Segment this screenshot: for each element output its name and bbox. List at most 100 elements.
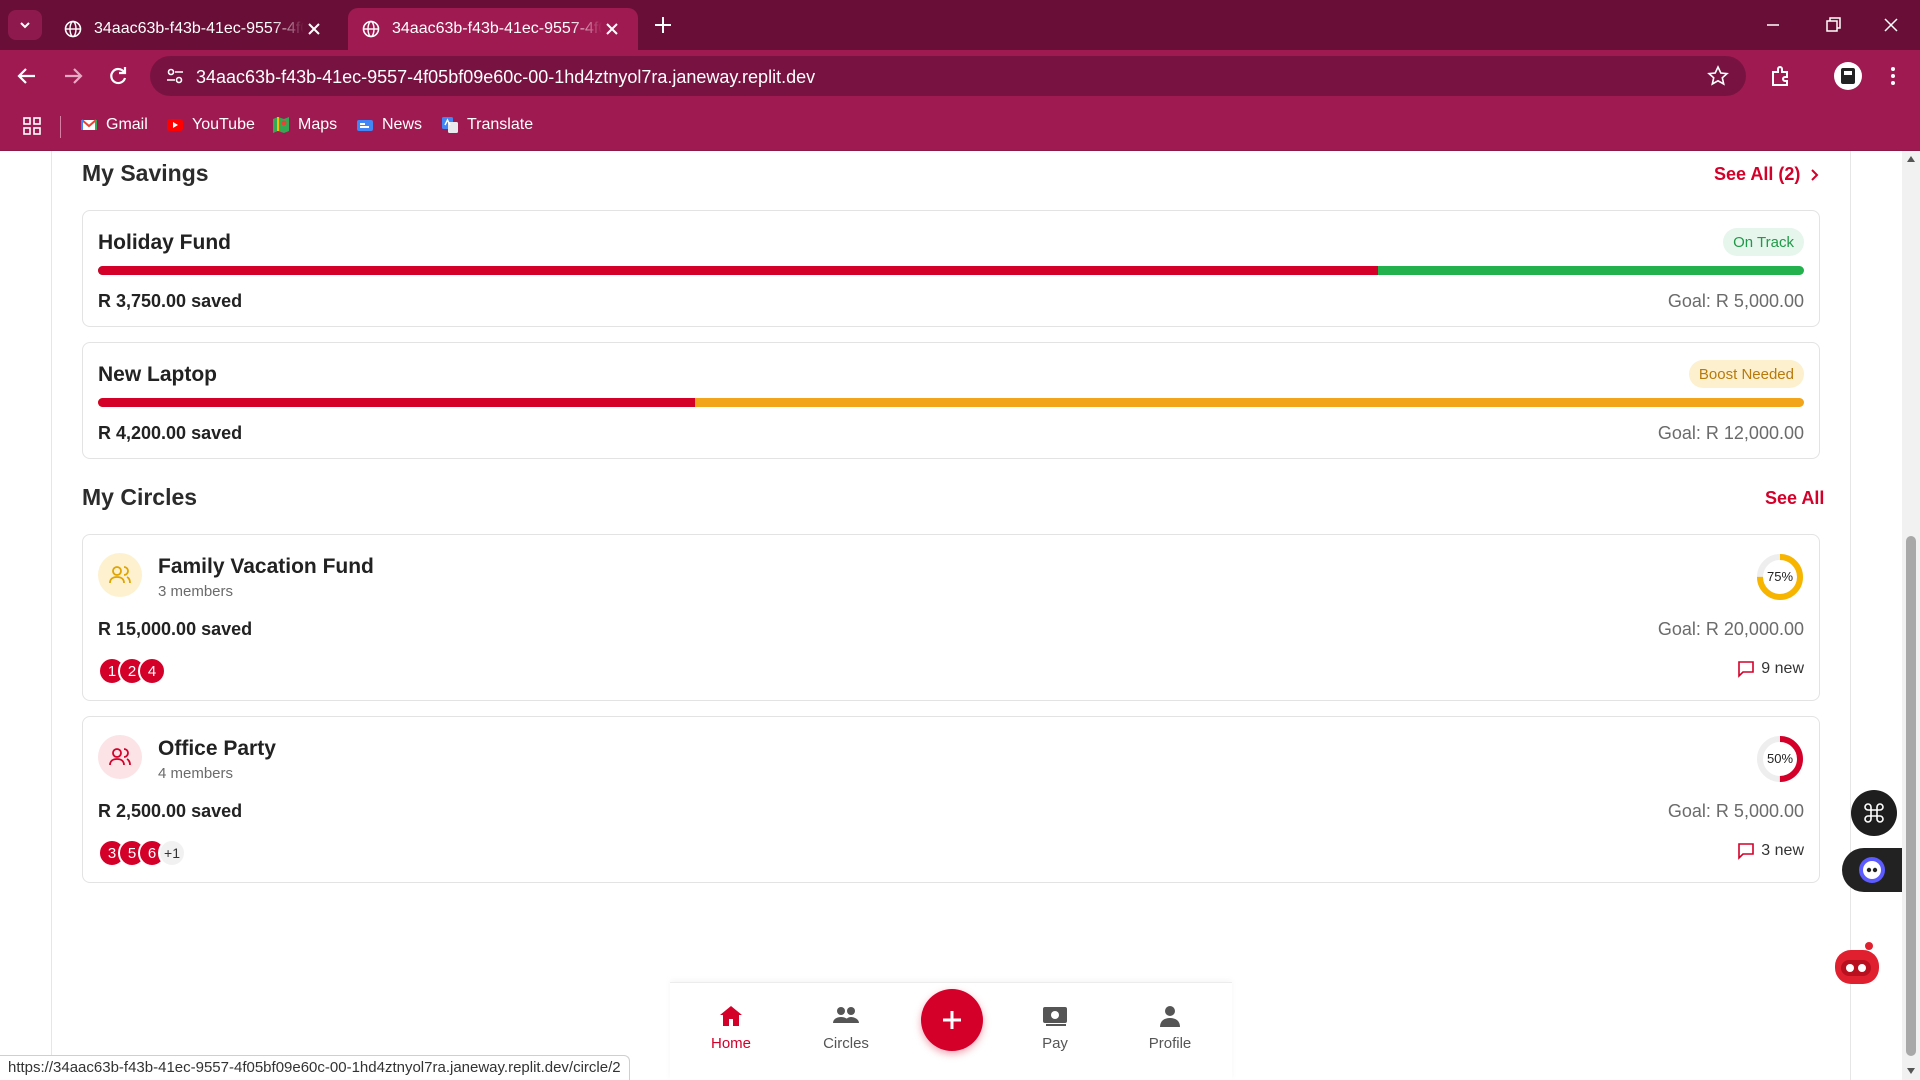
globe-icon	[64, 20, 82, 38]
close-tab-icon[interactable]	[602, 19, 622, 39]
apps-grid-icon[interactable]	[22, 116, 42, 136]
floating-command-button[interactable]	[1851, 790, 1897, 836]
circles-see-all-link[interactable]: See All	[1765, 488, 1824, 509]
status-badge: Boost Needed	[1688, 360, 1804, 388]
savings-see-all-link[interactable]: See All (2)	[1714, 164, 1820, 185]
add-button[interactable]	[921, 989, 983, 1051]
reload-icon[interactable]	[105, 63, 131, 89]
saved-amount: R 2,500.00 saved	[98, 801, 243, 821]
close-window-icon[interactable]	[1880, 14, 1902, 36]
nav-label: Circles	[823, 1035, 869, 1052]
people-icon	[833, 1007, 859, 1023]
browser-toolbar: 34aac63b-f43b-41ec-9557-4f05bf09e60c-00-…	[0, 50, 1920, 102]
circle-card-family-vacation-fund[interactable]: Family Vacation Fund 3 members 75% R 15,…	[82, 534, 1820, 701]
people-icon	[109, 566, 131, 584]
globe-icon	[362, 20, 380, 38]
bookmark-star-icon[interactable]	[1707, 65, 1729, 87]
youtube-icon	[167, 119, 183, 131]
nav-home[interactable]: Home	[691, 1003, 771, 1052]
savings-card-new-laptop[interactable]: New Laptop Boost Needed R 4,200.00 saved…	[82, 342, 1820, 459]
minimize-window-icon[interactable]	[1762, 14, 1784, 36]
bookmark-news[interactable]: News	[356, 116, 422, 134]
translate-icon	[442, 117, 458, 133]
nav-pay[interactable]: Pay	[1015, 1003, 1095, 1052]
scrollbar-thumb[interactable]	[1906, 536, 1916, 1056]
extensions-puzzle-icon[interactable]	[1768, 63, 1794, 89]
floating-assistant-button[interactable]	[1842, 848, 1902, 892]
circle-avatar	[98, 735, 142, 779]
bookmark-label: YouTube	[192, 116, 255, 133]
goal-amount: Goal: R 12,000.00	[1657, 423, 1804, 443]
circles-heading: My Circles	[82, 484, 198, 510]
nav-label: Home	[710, 1035, 751, 1052]
member-avatars: 3 5 6 +1	[98, 839, 186, 867]
assistant-face-icon	[1859, 857, 1885, 883]
bookmark-label: Gmail	[106, 116, 148, 133]
saved-amount: R 4,200.00 saved	[98, 423, 243, 443]
bookmark-gmail[interactable]: Gmail	[80, 116, 148, 134]
gmail-icon	[81, 119, 97, 130]
savings-heading: My Savings	[82, 160, 209, 186]
circle-card-office-party[interactable]: Office Party 4 members 50% R 2,500.00 sa…	[82, 716, 1820, 883]
page-scrollbar[interactable]	[1902, 151, 1920, 1080]
progress-fill	[98, 398, 696, 407]
robot-mascot-icon	[1835, 942, 1879, 984]
circle-name: Office Party	[158, 737, 276, 760]
tab-title: 34aac63b-f43b-41ec-9557-4f05bf09e60c-00-…	[392, 20, 602, 37]
profile-avatar[interactable]	[1834, 62, 1862, 90]
bookmark-youtube[interactable]: YouTube	[166, 116, 255, 134]
member-avatars: 1 2 4	[98, 657, 166, 685]
browser-tab-1[interactable]: 34aac63b-f43b-41ec-9557-4f05bf09e60c-00-…	[50, 8, 340, 50]
nav-circles[interactable]: Circles	[806, 1003, 886, 1052]
address-bar[interactable]: 34aac63b-f43b-41ec-9557-4f05bf09e60c-00-…	[150, 56, 1746, 96]
people-icon	[109, 748, 131, 766]
scroll-down-arrow-icon[interactable]	[1906, 1067, 1916, 1075]
command-key-icon	[1864, 803, 1884, 823]
close-tab-icon[interactable]	[304, 19, 324, 39]
floating-bot-mascot[interactable]	[1831, 940, 1883, 988]
forward-arrow-icon[interactable]	[60, 63, 86, 89]
plus-icon	[943, 1011, 961, 1029]
browser-tab-2-active[interactable]: 34aac63b-f43b-41ec-9557-4f05bf09e60c-00-…	[348, 8, 638, 50]
nav-profile[interactable]: Profile	[1130, 1003, 1210, 1052]
tab-search-button[interactable]	[8, 10, 42, 40]
progress-percent: 50%	[1766, 751, 1794, 766]
url-text[interactable]: 34aac63b-f43b-41ec-9557-4f05bf09e60c-00-…	[196, 67, 815, 88]
bookmark-label: Translate	[467, 116, 534, 133]
browser-tab-strip: 34aac63b-f43b-41ec-9557-4f05bf09e60c-00-…	[0, 0, 1920, 50]
bookmark-translate[interactable]: Translate	[441, 116, 533, 134]
profile-icon	[1841, 68, 1855, 84]
saved-amount: R 15,000.00 saved	[98, 619, 253, 639]
tab-title: 34aac63b-f43b-41ec-9557-4f05bf09e60c-00-…	[94, 20, 304, 37]
bookmark-label: Maps	[298, 116, 338, 133]
person-icon	[1160, 1006, 1180, 1027]
site-info-icon[interactable]	[166, 67, 184, 85]
new-messages-indicator[interactable]: 3 new	[1737, 842, 1804, 860]
back-arrow-icon[interactable]	[14, 63, 40, 89]
progress-fill	[98, 266, 1378, 275]
member-avatar: 4	[138, 657, 166, 685]
kebab-menu-icon[interactable]	[1880, 63, 1906, 89]
circle-name: Family Vacation Fund	[158, 555, 374, 578]
circle-avatar	[98, 553, 142, 597]
savings-card-holiday-fund[interactable]: Holiday Fund On Track R 3,750.00 saved G…	[82, 210, 1820, 327]
goal-amount: Goal: R 20,000.00	[1657, 619, 1804, 639]
saved-amount: R 3,750.00 saved	[98, 291, 243, 311]
bookmarks-bar: Gmail YouTube Maps News Translate	[0, 102, 1920, 151]
savings-name: New Laptop	[98, 363, 217, 386]
bookmark-maps[interactable]: Maps	[272, 116, 337, 134]
new-tab-plus-icon[interactable]	[652, 14, 674, 36]
savings-progress-bar	[98, 266, 1804, 275]
see-all-label: See All (2)	[1714, 164, 1801, 184]
scroll-up-arrow-icon[interactable]	[1906, 155, 1916, 163]
restore-window-icon[interactable]	[1822, 14, 1844, 36]
link-hover-status: https://34aac63b-f43b-41ec-9557-4f05bf09…	[0, 1055, 630, 1080]
goal-amount: Goal: R 5,000.00	[1667, 291, 1804, 311]
bookmark-label: News	[382, 116, 423, 133]
savings-progress-bar	[98, 398, 1804, 407]
new-messages-indicator[interactable]: 9 new	[1737, 660, 1804, 678]
home-icon	[720, 1006, 742, 1026]
more-members-badge: +1	[158, 839, 186, 867]
progress-ring: 75%	[1756, 553, 1804, 601]
maps-icon	[273, 117, 289, 133]
